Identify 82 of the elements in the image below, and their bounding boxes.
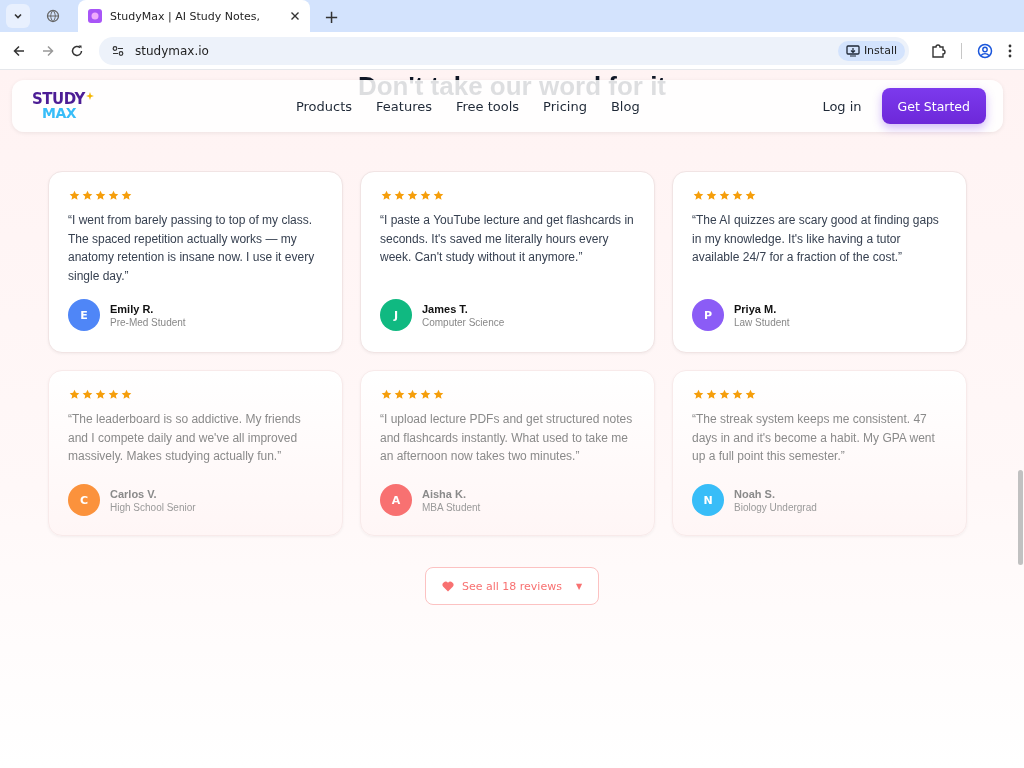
url-text: studymax.io — [135, 43, 210, 58]
reviewer-role: Biology Undergrad — [734, 501, 817, 513]
review-quote: “I paste a YouTube lecture and get flashcards in seconds. It's saved me literally hours every week. Can't study without it anymore.” — [380, 212, 635, 266]
star-icon — [693, 389, 704, 400]
nav-link[interactable]: Free tools — [456, 98, 520, 114]
avatar: C — [68, 484, 100, 516]
review-quote: “I went from barely passing to top of my class. The spaced repetition actually works — my anatomy retention is insane now. I use it every single day.” — [68, 212, 316, 285]
nav-link[interactable]: Products — [295, 98, 353, 114]
star-icon — [394, 190, 405, 201]
avatar: E — [68, 299, 100, 331]
star-icon — [95, 190, 106, 201]
profile-icon[interactable] — [977, 42, 993, 59]
globe-icon[interactable] — [46, 9, 60, 23]
reviewer-name: Priya M. — [734, 302, 778, 315]
new-tab-button[interactable]: + — [318, 5, 346, 27]
avatar: P — [692, 299, 724, 331]
star-icon — [407, 389, 418, 400]
review-quote: “I upload lecture PDFs and get structured notes and flashcards instantly. What used to take me an afternoon now takes two minutes.” — [380, 411, 634, 465]
star-icon — [433, 389, 444, 400]
heart-icon — [441, 580, 454, 592]
review-quote: “The AI quizzes are scary good at finding gaps in my knowledge. It's like having a tutor available 24/7 for a fraction of the cost.” — [692, 212, 940, 266]
star-icon — [693, 190, 704, 201]
nav-link[interactable]: Pricing — [543, 98, 587, 114]
star-icon — [381, 190, 392, 201]
star-icon — [706, 190, 717, 201]
get-started-button[interactable]: Get Started — [881, 88, 986, 124]
close-icon[interactable] — [290, 11, 300, 21]
reviewer-name: Carlos V. — [110, 487, 158, 500]
reload-icon[interactable] — [70, 43, 84, 58]
star-icon — [407, 190, 418, 201]
logo-wordmark[interactable]: STUDY MAX — [32, 92, 85, 120]
star-icon — [82, 389, 93, 400]
reviewer-role: High School Senior — [110, 501, 196, 513]
star-icon — [82, 190, 93, 201]
star-icon — [719, 389, 730, 400]
install-icon — [845, 44, 860, 57]
nav-link[interactable]: Blog — [610, 98, 640, 114]
reviewer-name: James T. — [422, 302, 469, 315]
extensions-icon[interactable] — [930, 42, 946, 59]
star-icon — [108, 190, 119, 201]
review-quote: “The leaderboard is so addictive. My friends and I compete daily and we've all improved massively. Makes studying actually fun.” — [68, 411, 302, 465]
browser-tab[interactable]: StudyMax | AI Study Notes, — [78, 0, 310, 32]
star-icon — [121, 389, 132, 400]
tab-list-button[interactable] — [6, 4, 30, 28]
star-icon — [745, 190, 756, 201]
menu-icon[interactable] — [1008, 43, 1012, 58]
star-icon — [420, 190, 431, 201]
star-icon — [69, 190, 80, 201]
reviewer-role: Pre-Med Student — [110, 316, 186, 328]
sparkle-icon — [85, 92, 94, 100]
favicon-icon — [88, 9, 102, 23]
star-icon — [745, 389, 756, 400]
address-bar[interactable]: studymax.io Install — [99, 36, 909, 65]
star-icon — [381, 389, 392, 400]
star-icon — [420, 389, 431, 400]
login-link[interactable]: Log in — [822, 98, 862, 114]
reviewer-name: Emily R. — [110, 302, 155, 315]
star-icon — [732, 190, 743, 201]
star-icon — [69, 389, 80, 400]
star-icon — [394, 389, 405, 400]
reviewer-name: Aisha K. — [422, 487, 467, 500]
reviewer-name: Noah S. — [734, 487, 776, 500]
star-icon — [706, 389, 717, 400]
star-icon — [433, 190, 444, 201]
star-icon — [121, 190, 132, 201]
install-button[interactable]: Install — [837, 40, 905, 61]
reviewer-role: Law Student — [734, 316, 790, 328]
star-icon — [108, 389, 119, 400]
star-icon — [732, 389, 743, 400]
tab-title: StudyMax | AI Study Notes, — [110, 9, 261, 23]
review-quote: “The streak system keeps me consistent. 47 days in and it's become a habit. My GPA went up a full point this semester.” — [692, 411, 936, 465]
reviewer-role: Computer Science — [422, 316, 505, 328]
back-icon[interactable] — [12, 43, 26, 58]
avatar: N — [692, 484, 724, 516]
nav-link[interactable]: Features — [376, 98, 432, 114]
avatar: J — [380, 299, 412, 331]
forward-icon[interactable] — [41, 43, 55, 58]
star-icon — [95, 389, 106, 400]
site-settings-icon[interactable] — [111, 43, 125, 58]
avatar: A — [380, 484, 412, 516]
star-icon — [719, 190, 730, 201]
reviewer-role: MBA Student — [422, 501, 481, 513]
